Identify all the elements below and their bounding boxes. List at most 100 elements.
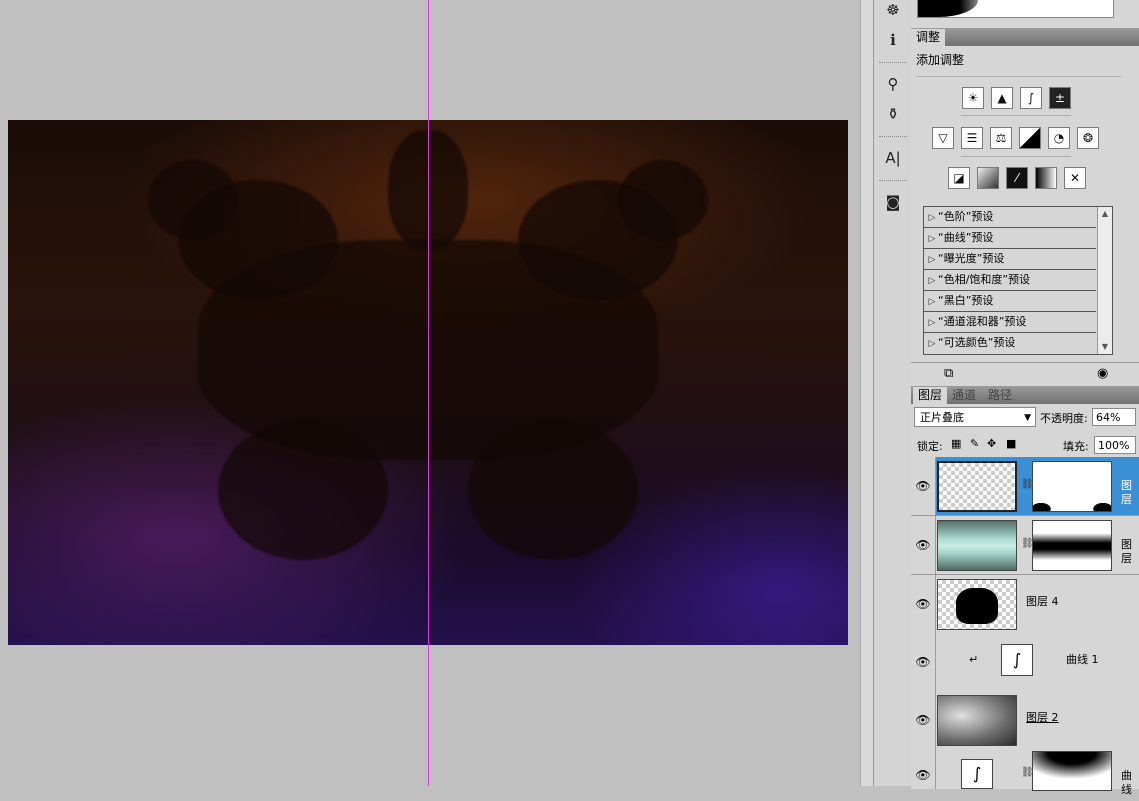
- preset-item[interactable]: ▷ “曲线”预设: [924, 228, 1096, 249]
- opacity-label: 不透明度:: [1040, 412, 1088, 425]
- dock-separator: [879, 136, 907, 137]
- layer-mask-thumbnail[interactable]: [1032, 461, 1112, 512]
- photo-filter-icon[interactable]: ◔: [1048, 127, 1070, 149]
- gradient-map-icon[interactable]: [1035, 167, 1057, 189]
- scroll-down-icon[interactable]: ▼: [1098, 340, 1112, 354]
- fill-input[interactable]: 100%: [1094, 436, 1136, 454]
- preset-item[interactable]: ▷ “通道混和器”预设: [924, 312, 1096, 333]
- dock-separator: [879, 180, 907, 181]
- scroll-up-icon[interactable]: ▲: [1098, 207, 1112, 221]
- layer-name: 图层 2: [1026, 711, 1059, 724]
- layer-mask-thumbnail[interactable]: [1032, 751, 1112, 791]
- adjustments-tabbar: 调整: [911, 28, 1139, 46]
- brightness-contrast-icon[interactable]: ☀: [962, 87, 984, 109]
- lock-pixels-icon[interactable]: ✎: [970, 437, 979, 450]
- divider: [911, 362, 1139, 363]
- tab-paths[interactable]: 路径: [983, 387, 1017, 404]
- divider: [961, 115, 1071, 116]
- layer-name: 图层: [1121, 538, 1132, 565]
- expand-triangle-icon: ▷: [928, 297, 936, 307]
- expand-triangle-icon: ▷: [928, 276, 936, 286]
- divider: [916, 76, 1121, 77]
- dock-separator: [879, 62, 907, 63]
- brushes-icon[interactable]: ⚲: [883, 74, 903, 94]
- blend-mode-select[interactable]: 正片叠底 ▼: [914, 407, 1036, 427]
- eye-icon[interactable]: 👁: [911, 633, 936, 691]
- layer-row[interactable]: 👁 ⛓ 图层: [911, 457, 1139, 516]
- info-icon[interactable]: ℹ: [883, 30, 903, 50]
- preset-item[interactable]: ▷ “可选颜色”预设: [924, 333, 1096, 353]
- black-white-icon[interactable]: [1019, 127, 1041, 149]
- clip-to-layer-icon[interactable]: ⧉: [944, 366, 953, 381]
- inkblot-shape: [468, 420, 638, 560]
- eye-icon[interactable]: 👁: [911, 457, 936, 515]
- expand-triangle-icon: ▷: [928, 318, 936, 328]
- panel-icon-dock: ☸ ℹ ⚲ ⚱ A| ◙: [873, 0, 912, 786]
- lock-transparency-icon[interactable]: ▦: [951, 437, 961, 450]
- preset-label: “色相/饱和度”预设: [938, 273, 1031, 286]
- eye-icon[interactable]: 👁: [911, 516, 936, 574]
- preset-label: “可选颜色”预设: [938, 336, 1016, 349]
- selective-color-icon[interactable]: ✕: [1064, 167, 1086, 189]
- preset-item[interactable]: ▷ “色相/饱和度”预设: [924, 270, 1096, 291]
- lock-position-icon[interactable]: ✥: [987, 437, 996, 450]
- levels-icon[interactable]: ▲: [991, 87, 1013, 109]
- preset-item[interactable]: ▷ “黑白”预设: [924, 291, 1096, 312]
- chevron-down-icon: ▼: [1024, 413, 1031, 423]
- eye-icon[interactable]: 👁: [911, 749, 936, 789]
- visibility-toggle-icon[interactable]: ◉: [1097, 366, 1108, 381]
- layer-row[interactable]: 👁 图层 2: [911, 691, 1139, 750]
- invert-icon[interactable]: ◪: [948, 167, 970, 189]
- preset-label: “黑白”预设: [938, 294, 994, 307]
- posterize-icon[interactable]: [977, 167, 999, 189]
- layer-thumbnail: [937, 461, 1017, 512]
- presets-scrollbar[interactable]: ▲ ▼: [1097, 207, 1112, 354]
- vibrance-icon[interactable]: ▽: [932, 127, 954, 149]
- exposure-icon[interactable]: ±: [1049, 87, 1071, 109]
- layer-row[interactable]: 👁 图层 4: [911, 575, 1139, 634]
- preset-label: “曲线”预设: [938, 231, 994, 244]
- hue-saturation-icon[interactable]: ☰: [961, 127, 983, 149]
- expand-triangle-icon: ▷: [928, 339, 936, 349]
- eye-icon[interactable]: 👁: [911, 575, 936, 633]
- divider: [961, 156, 1071, 157]
- clone-source-icon[interactable]: ⚱: [883, 104, 903, 124]
- lock-all-icon[interactable]: ■: [1006, 437, 1016, 450]
- clip-arrow-icon: ↵: [969, 653, 979, 666]
- threshold-icon[interactable]: ⁄: [1006, 167, 1028, 189]
- character-icon[interactable]: A|: [883, 148, 903, 168]
- opacity-input[interactable]: 64%: [1092, 408, 1136, 426]
- layer-row[interactable]: 👁 ⛓ 图层: [911, 516, 1139, 575]
- layer-mask-thumbnail[interactable]: [1032, 520, 1112, 571]
- document-workspace[interactable]: [0, 0, 860, 786]
- preset-label: “色阶”预设: [938, 210, 994, 223]
- inkblot-shape: [618, 160, 708, 240]
- layer-name: 图层: [1121, 479, 1132, 506]
- adjustments-title: 添加调整: [916, 53, 965, 67]
- preset-item[interactable]: ▷ “色阶”预设: [924, 207, 1096, 228]
- preset-item[interactable]: ▷ “曝光度”预设: [924, 249, 1096, 270]
- fill-label: 填充:: [1063, 440, 1089, 453]
- histogram-preview: [917, 0, 1114, 18]
- preset-label: “曝光度”预设: [938, 252, 1005, 265]
- lock-label: 锁定:: [917, 440, 943, 453]
- layer-row[interactable]: 👁 ∫ ⛓ 曲线: [911, 749, 1139, 796]
- layer-name: 曲线: [1121, 769, 1132, 796]
- tab-adjustments[interactable]: 调整: [911, 29, 946, 46]
- color-balance-icon[interactable]: ⚖: [990, 127, 1012, 149]
- navigator-icon[interactable]: ☸: [883, 0, 903, 20]
- eye-icon[interactable]: 👁: [911, 691, 936, 749]
- expand-triangle-icon: ▷: [928, 234, 936, 244]
- vertical-guide[interactable]: [428, 0, 429, 786]
- layer-row[interactable]: 👁 ↵ ∫ 曲线 1: [911, 633, 1139, 692]
- layer-name: 曲线 1: [1066, 653, 1099, 666]
- tab-channels[interactable]: 通道: [947, 387, 981, 404]
- curves-adjustment-icon: ∫: [961, 759, 993, 789]
- channel-mixer-icon[interactable]: ❂: [1077, 127, 1099, 149]
- inkblot-shape: [218, 420, 388, 560]
- tab-layers[interactable]: 图层: [913, 387, 948, 404]
- preset-label: “通道混和器”预设: [938, 315, 1027, 328]
- camera-icon[interactable]: ◙: [883, 192, 903, 212]
- expand-triangle-icon: ▷: [928, 213, 936, 223]
- curves-icon[interactable]: ∫: [1020, 87, 1042, 109]
